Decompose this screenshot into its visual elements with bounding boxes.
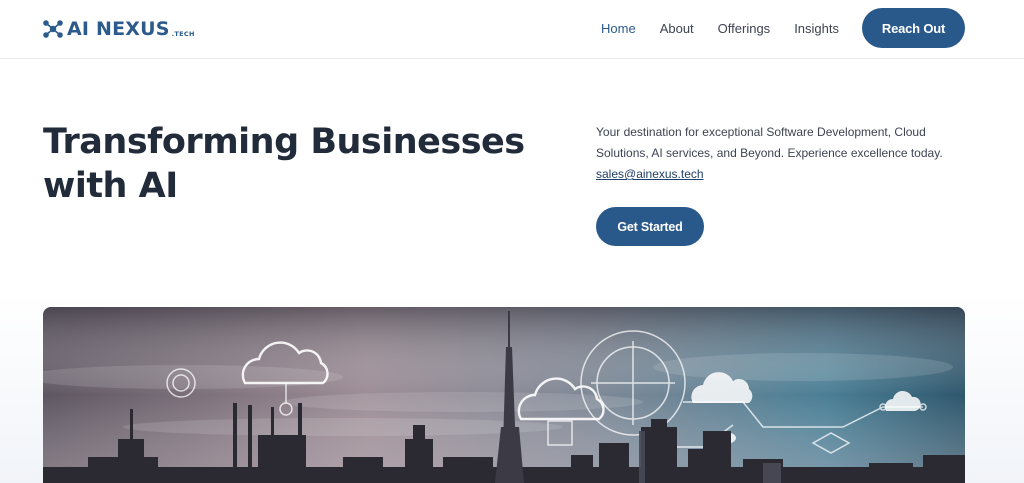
brand-logo[interactable]: AI NEXUS .TECH [43,16,195,42]
nav-about[interactable]: About [660,20,694,37]
reach-out-button[interactable]: Reach Out [862,8,965,48]
city-skyline-image [43,307,965,483]
hero-title: Transforming Businesses with AI [43,122,525,206]
brand-suffix: .TECH [171,29,195,38]
nav-offerings[interactable]: Offerings [718,20,771,37]
hero-description: Your destination for exceptional Softwar… [596,125,943,160]
main-nav: Home About Offerings Insights [601,20,863,37]
get-started-button[interactable]: Get Started [596,207,704,246]
hero-image [43,307,965,483]
brand-name: AI NEXUS [67,18,170,40]
sales-email-link[interactable]: sales@ainexus.tech [596,164,704,185]
network-nodes-icon [43,20,63,38]
nav-insights[interactable]: Insights [794,20,839,37]
nav-home[interactable]: Home [601,20,636,37]
site-header: AI NEXUS .TECH Home About Offerings Insi… [0,0,1024,59]
